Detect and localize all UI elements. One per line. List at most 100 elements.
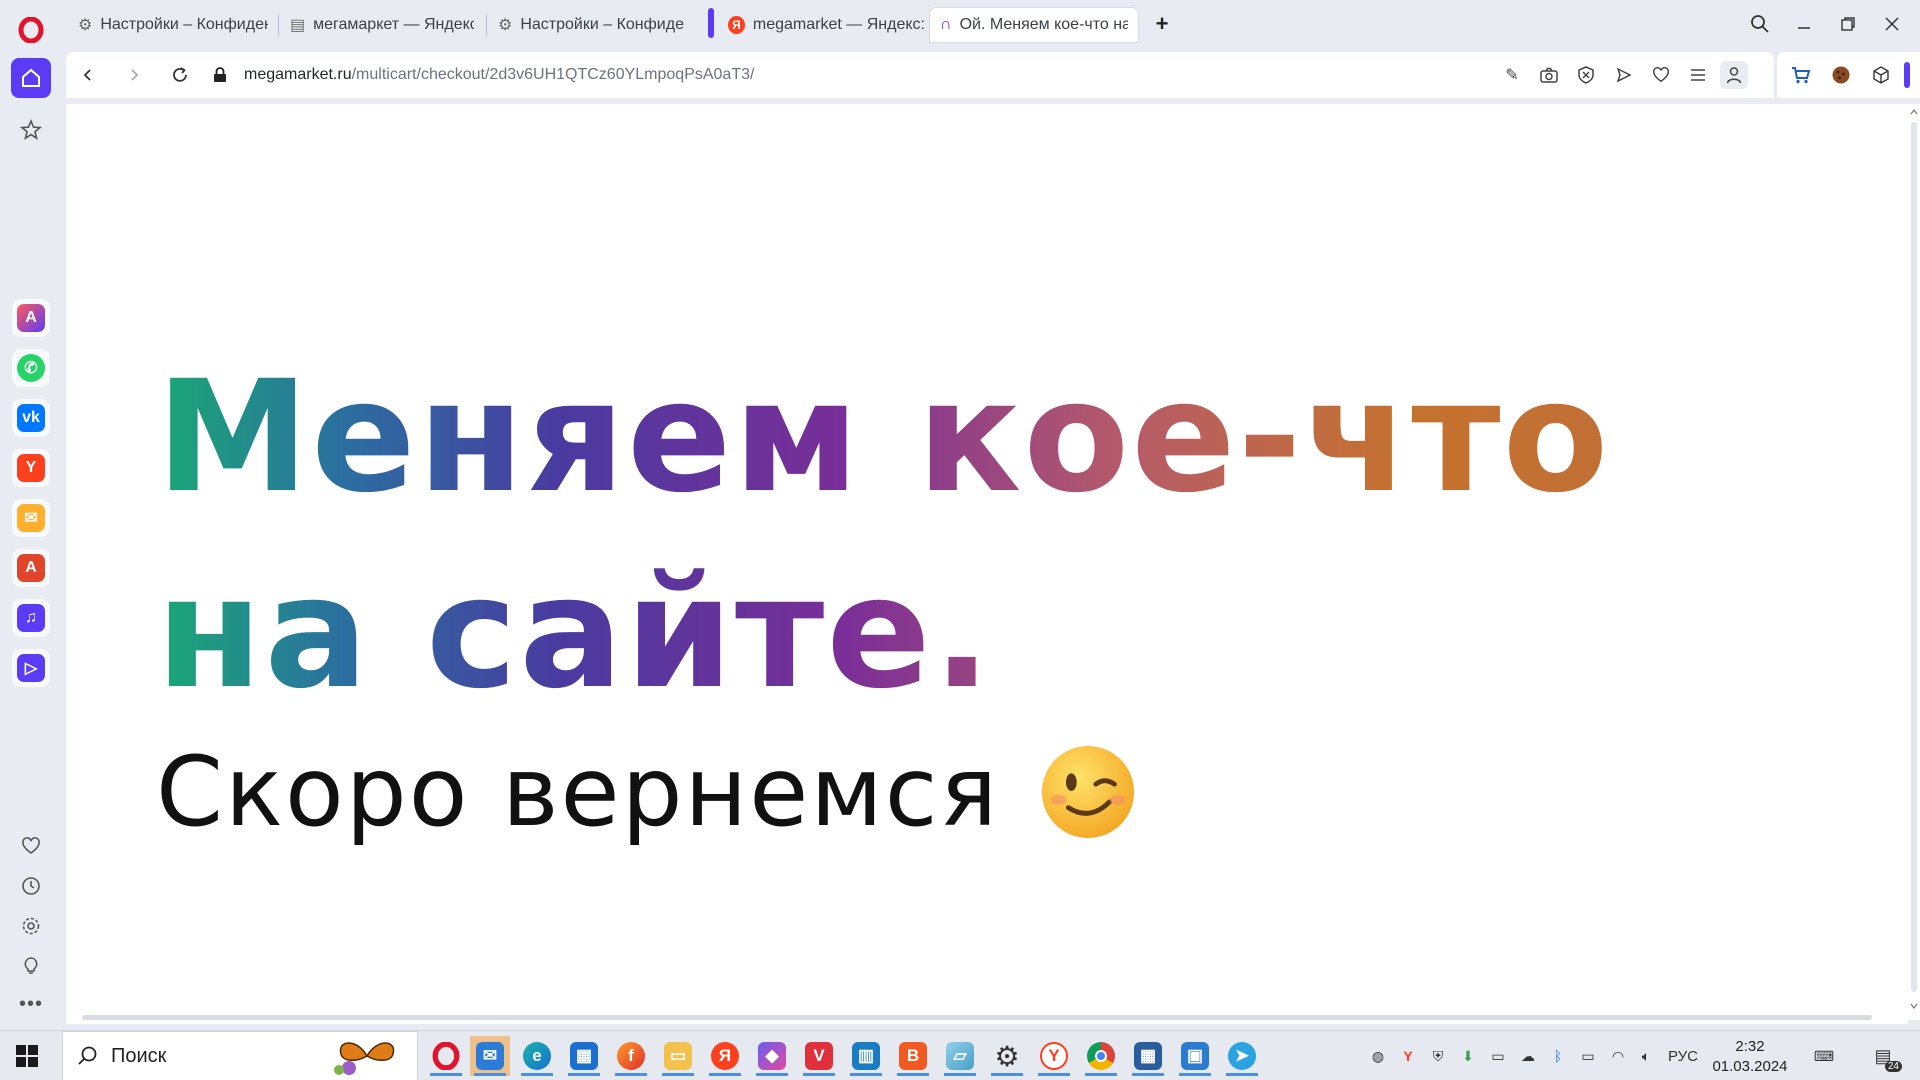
snapshot-button[interactable]: [1535, 61, 1563, 89]
taskbar-app-remote[interactable]: ▣: [1175, 1036, 1215, 1076]
site-security-button[interactable]: [204, 59, 236, 91]
home-button[interactable]: [11, 58, 51, 98]
restore-button[interactable]: [1826, 8, 1870, 40]
yandex-icon: Я: [711, 1042, 739, 1070]
send-flow-button[interactable]: [1610, 61, 1638, 89]
tray-input-method[interactable]: ⌨: [1812, 1046, 1836, 1066]
yandex-browser-icon: Y: [1040, 1042, 1068, 1070]
settings-button[interactable]: [11, 906, 51, 946]
running-indicator: [1179, 1073, 1211, 1076]
taskbar-app-yandex[interactable]: Я: [705, 1036, 745, 1076]
favorites-button[interactable]: [11, 826, 51, 866]
tab-settings-privacy-2[interactable]: ⚙ Настройки – Конфиденциальность: [488, 8, 694, 42]
tips-button[interactable]: [11, 946, 51, 986]
edge-icon: e: [523, 1042, 551, 1070]
camera-icon: [1540, 67, 1558, 83]
tab-separator: [486, 14, 487, 36]
cookie-icon: [1832, 66, 1850, 84]
tab-yandex-search-1[interactable]: ▤ мегамаркет — Яндекс: нашлось: [280, 8, 484, 42]
taskbar-app-settings[interactable]: ⚙: [987, 1036, 1027, 1076]
horizontal-scroll-thumb[interactable]: [82, 1015, 1872, 1020]
running-indicator: [430, 1073, 462, 1076]
bookmarks-button[interactable]: [11, 110, 51, 150]
sidebar-more-button[interactable]: •••: [11, 984, 51, 1024]
wifi-icon: ◠: [1611, 1047, 1625, 1064]
sidebar-app-translator[interactable]: A: [12, 549, 50, 587]
taskbar-app-vivaldi[interactable]: V: [799, 1036, 839, 1076]
tray-yandex[interactable]: Y: [1398, 1046, 1418, 1066]
vertical-scroll-thumb[interactable]: [1911, 122, 1917, 992]
opera-menu-button[interactable]: [11, 10, 51, 50]
sidebar-app-vk[interactable]: vk: [12, 399, 50, 437]
send-icon: [1616, 67, 1632, 83]
extension-cookie-button[interactable]: [1827, 61, 1855, 89]
horizontal-scrollbar[interactable]: [66, 1010, 1908, 1024]
add-to-favorites-button[interactable]: [1647, 61, 1675, 89]
taskbar-app-edge[interactable]: e: [517, 1036, 557, 1076]
vertical-scrollbar[interactable]: [1908, 104, 1920, 1020]
tray-language[interactable]: РУС: [1664, 1046, 1702, 1066]
taskbar-app-explorer[interactable]: ▭: [658, 1036, 698, 1076]
calculator-icon: ▦: [1134, 1042, 1162, 1070]
back-button[interactable]: [72, 59, 104, 91]
tray-wifi[interactable]: ◠: [1608, 1046, 1628, 1066]
calendar-icon: ▥: [852, 1042, 880, 1070]
taskbar-app-mail[interactable]: ✉: [470, 1036, 510, 1076]
user-icon: [1726, 67, 1742, 84]
reload-button[interactable]: [164, 59, 196, 91]
gear-icon: ⚙: [78, 17, 93, 34]
profile-button[interactable]: [1720, 61, 1748, 89]
taskbar-app-notes[interactable]: ▱: [940, 1036, 980, 1076]
extension-cart-button[interactable]: [1787, 61, 1815, 89]
taskbar-app-brave[interactable]: B: [893, 1036, 933, 1076]
history-button[interactable]: [11, 866, 51, 906]
sidebar-app-mail[interactable]: ✉: [12, 499, 50, 537]
taskbar-app-telegram[interactable]: ➤: [1222, 1036, 1262, 1076]
tray-onedrive[interactable]: ☁: [1518, 1046, 1538, 1066]
sidebar-app-player[interactable]: ▷: [12, 649, 50, 687]
adblock-button[interactable]: [1572, 61, 1600, 89]
easy-setup-button[interactable]: [1684, 61, 1712, 89]
tray-security[interactable]: ⛨: [1428, 1046, 1448, 1066]
tray-volume[interactable]: 🔈︎: [1636, 1046, 1656, 1066]
running-indicator: [1226, 1073, 1258, 1076]
minimize-button[interactable]: [1782, 8, 1826, 40]
music-player-icon: ♫: [17, 604, 45, 632]
clock-time: 2:32: [1735, 1038, 1765, 1055]
taskbar-app-gem[interactable]: ◆: [752, 1036, 792, 1076]
taskbar-app-store[interactable]: ▦: [564, 1036, 604, 1076]
tab-search-button[interactable]: [1738, 8, 1782, 40]
taskbar-search-box[interactable]: Поиск: [62, 1031, 418, 1080]
sidebar-app-yandex[interactable]: Y: [12, 449, 50, 487]
start-button[interactable]: [12, 1041, 46, 1071]
tray-clock[interactable]: 2:32 01.03.2024: [1704, 1037, 1796, 1077]
notification-center-button[interactable]: ▤ 24: [1866, 1042, 1902, 1072]
battery-icon: ▭: [1581, 1047, 1595, 1064]
taskbar-app-calculator[interactable]: ▦: [1128, 1036, 1168, 1076]
address-field[interactable]: megamarket.ru/multicart/checkout/2d3v6UH…: [244, 52, 754, 98]
taskbar-app-calendar[interactable]: ▥: [846, 1036, 886, 1076]
edit-page-button[interactable]: ✎: [1498, 61, 1526, 89]
tray-network-globe[interactable]: ◍: [1368, 1046, 1388, 1066]
forward-button[interactable]: [118, 59, 150, 91]
tab-settings-privacy-1[interactable]: ⚙ Настройки – Конфиденциальность: [68, 8, 278, 42]
sidebar-app-aria[interactable]: A: [12, 299, 50, 337]
tray-battery[interactable]: ▭: [1578, 1046, 1598, 1066]
taskbar-app-firefox[interactable]: f: [611, 1036, 651, 1076]
globe-icon: ◍: [1371, 1047, 1385, 1064]
sidebar-app-whatsapp[interactable]: ✆: [12, 349, 50, 387]
shield-icon: ⛨: [1432, 1047, 1444, 1064]
tray-torrent[interactable]: ⬇: [1458, 1046, 1478, 1066]
extensions-menu-button[interactable]: [1867, 61, 1895, 89]
tab-megamarket-active[interactable]: ∩ Ой. Меняем кое-что на сайте: [930, 8, 1138, 42]
tray-bluetooth[interactable]: ᛒ: [1548, 1046, 1568, 1066]
taskbar-app-opera[interactable]: [426, 1036, 466, 1076]
new-tab-button[interactable]: +: [1145, 8, 1179, 40]
search-label: Поиск: [111, 1044, 167, 1067]
sidebar-app-music[interactable]: ♫: [12, 599, 50, 637]
close-window-button[interactable]: [1870, 8, 1914, 40]
taskbar-app-chrome[interactable]: [1081, 1036, 1121, 1076]
taskbar-app-yandex-browser[interactable]: Y: [1034, 1036, 1074, 1076]
tray-display[interactable]: ▭: [1488, 1046, 1508, 1066]
running-indicator: [897, 1073, 929, 1076]
